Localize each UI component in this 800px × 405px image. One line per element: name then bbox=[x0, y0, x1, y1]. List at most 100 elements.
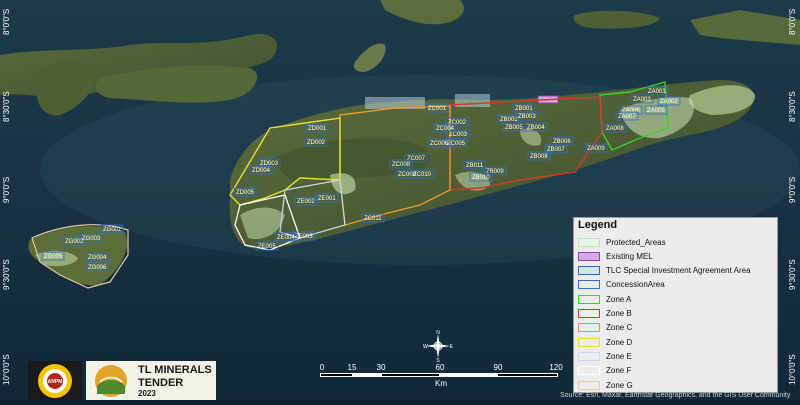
legend-panel: Legend Protected_Areas Existing MEL TLC Sp… bbox=[573, 217, 778, 393]
legend-label: Protected_Areas bbox=[606, 237, 666, 247]
tender-emblem-icon bbox=[95, 365, 127, 397]
concession-label[interactable]: ZA002 bbox=[660, 99, 678, 105]
concession-label[interactable]: ZA009 bbox=[587, 146, 605, 152]
concession-label[interactable]: ZB003 bbox=[518, 114, 536, 120]
compass-n: N bbox=[436, 330, 440, 336]
concession-label[interactable]: ZD001 bbox=[308, 126, 327, 132]
legend-item: Zone D bbox=[578, 336, 778, 348]
legend-label: Zone C bbox=[606, 323, 633, 333]
tender-line1: TL MINERALS bbox=[138, 364, 212, 376]
legend-item: Zone B bbox=[578, 308, 778, 320]
legend-item: TLC Special Investment Agreement Area bbox=[578, 265, 778, 277]
lat-label-left-4: 9°30'0"S bbox=[2, 259, 11, 290]
tender-year: 2023 bbox=[138, 389, 156, 398]
lat-label-right-4: 9°30'0"S bbox=[788, 259, 797, 290]
legend-swatch bbox=[578, 380, 600, 390]
concession-label[interactable]: ZA005 bbox=[647, 108, 665, 114]
legend-label: TLC Special Investment Agreement Area bbox=[606, 266, 751, 276]
scale-tick-90: 90 bbox=[493, 363, 503, 372]
concession-label[interactable]: ZC003 bbox=[449, 132, 468, 138]
legend-label: ConcessionArea bbox=[606, 280, 665, 290]
legend-swatch bbox=[578, 366, 600, 376]
legend-label: Zone A bbox=[606, 294, 632, 304]
legend-item: Zone G bbox=[578, 379, 778, 391]
concession-label[interactable]: ZB010 bbox=[472, 175, 490, 181]
legend-swatch bbox=[578, 266, 600, 276]
concession-label[interactable]: ZG001 bbox=[103, 227, 122, 233]
legend-label: Zone B bbox=[606, 309, 632, 318]
concession-label[interactable]: ZB005 bbox=[505, 125, 523, 131]
legend-label: Zone G bbox=[606, 380, 633, 390]
lat-label-left-1: 8°0'0"S bbox=[2, 8, 11, 35]
concession-label[interactable]: ZA003 bbox=[633, 97, 651, 103]
concession-label[interactable]: ZE004 bbox=[277, 235, 295, 241]
lat-label-left-3: 9°0'0"S bbox=[2, 176, 11, 203]
compass-e: E bbox=[450, 344, 454, 350]
anpm-logo-text: ANPM bbox=[48, 379, 63, 385]
concession-label[interactable]: ZA007 bbox=[618, 114, 636, 120]
compass-w: W bbox=[423, 344, 428, 350]
concession-label[interactable]: ZB004 bbox=[527, 125, 545, 131]
concession-label[interactable]: ZE002 bbox=[297, 199, 315, 205]
compass-s: S bbox=[436, 358, 440, 362]
map-attribution: Source: Esri, Maxar, Earthstar Geographi… bbox=[560, 392, 791, 399]
concession-label[interactable]: ZA001 bbox=[648, 89, 666, 95]
concession-label[interactable]: ZA008 bbox=[606, 126, 624, 132]
concession-label[interactable]: ZG004 bbox=[88, 255, 107, 261]
legend-swatch bbox=[578, 337, 600, 347]
concession-label[interactable]: ZC008 bbox=[392, 162, 411, 168]
north-arrow-icon: N S E W bbox=[423, 330, 454, 362]
legend-label: Zone D bbox=[606, 337, 633, 347]
concession-label[interactable]: ZB006 bbox=[553, 139, 571, 145]
concession-label[interactable]: ZE003 bbox=[295, 234, 313, 240]
concession-label[interactable]: ZD004 bbox=[252, 168, 271, 174]
concession-label[interactable]: ZC011 bbox=[364, 216, 382, 222]
lat-label-left-5: 10°0'0"S bbox=[2, 354, 11, 385]
legend-item: Zone A bbox=[578, 293, 778, 305]
tender-line2: TENDER bbox=[138, 377, 184, 389]
legend-title: Legend bbox=[578, 219, 618, 231]
legend-label: Zone F bbox=[606, 366, 632, 376]
lat-label-left-2: 8°30'0"S bbox=[2, 91, 11, 122]
concession-label[interactable]: ZB002 bbox=[500, 117, 518, 123]
legend-item: Zone C bbox=[578, 322, 778, 334]
legend-label: Existing MEL bbox=[606, 251, 653, 261]
concession-label[interactable]: ZD002 bbox=[307, 140, 326, 146]
legend-item: Zone F bbox=[578, 365, 778, 377]
concession-label[interactable]: ZB011 bbox=[466, 163, 484, 169]
lat-label-right-3: 9°0'0"S bbox=[788, 176, 797, 203]
legend-item: Existing MEL bbox=[578, 250, 778, 262]
legend-swatch bbox=[578, 294, 600, 304]
concession-label[interactable]: ZC006 bbox=[430, 141, 449, 147]
scale-tick-30: 30 bbox=[376, 363, 386, 372]
legend-swatch bbox=[578, 280, 600, 290]
lat-label-right-1: 8°0'0"S bbox=[788, 8, 797, 35]
concession-label[interactable]: ZB001 bbox=[515, 106, 533, 112]
scale-tick-120: 120 bbox=[549, 363, 563, 372]
legend-item: ConcessionArea bbox=[578, 279, 778, 291]
anpm-logo: ANPM bbox=[28, 361, 82, 400]
concession-label[interactable]: ZC010 bbox=[413, 172, 432, 178]
scale-tick-60: 60 bbox=[435, 363, 445, 372]
concession-label[interactable]: ZG006 bbox=[88, 265, 107, 271]
legend-label: Zone E bbox=[606, 351, 632, 361]
legend-swatch bbox=[578, 309, 600, 318]
legend-swatch bbox=[578, 237, 600, 247]
legend-item: Protected_Areas bbox=[578, 236, 778, 248]
concession-label[interactable]: ZC004 bbox=[436, 126, 455, 132]
concession-label[interactable]: ZE001 bbox=[318, 196, 336, 202]
concession-label[interactable]: ZG003 bbox=[82, 236, 101, 242]
lat-label-right-5: 10°0'0"S bbox=[788, 354, 797, 385]
concession-label[interactable]: ZC001 bbox=[428, 106, 447, 112]
concession-label[interactable]: ZB008 bbox=[530, 154, 548, 160]
scale-tick-15: 15 bbox=[347, 363, 357, 372]
scale-unit: Km bbox=[435, 379, 447, 388]
legend-item: Zone E bbox=[578, 350, 778, 362]
tender-logo: TL MINERALS TENDER 2023 bbox=[86, 361, 216, 400]
legend-swatch bbox=[578, 251, 600, 261]
scale-tick-0: 0 bbox=[319, 363, 325, 372]
concession-label[interactable]: ZE005 bbox=[258, 244, 276, 250]
concession-label[interactable]: ZD005 bbox=[236, 190, 255, 196]
concession-label[interactable]: ZG005 bbox=[44, 254, 63, 260]
lat-label-right-2: 8°30'0"S bbox=[788, 91, 797, 122]
